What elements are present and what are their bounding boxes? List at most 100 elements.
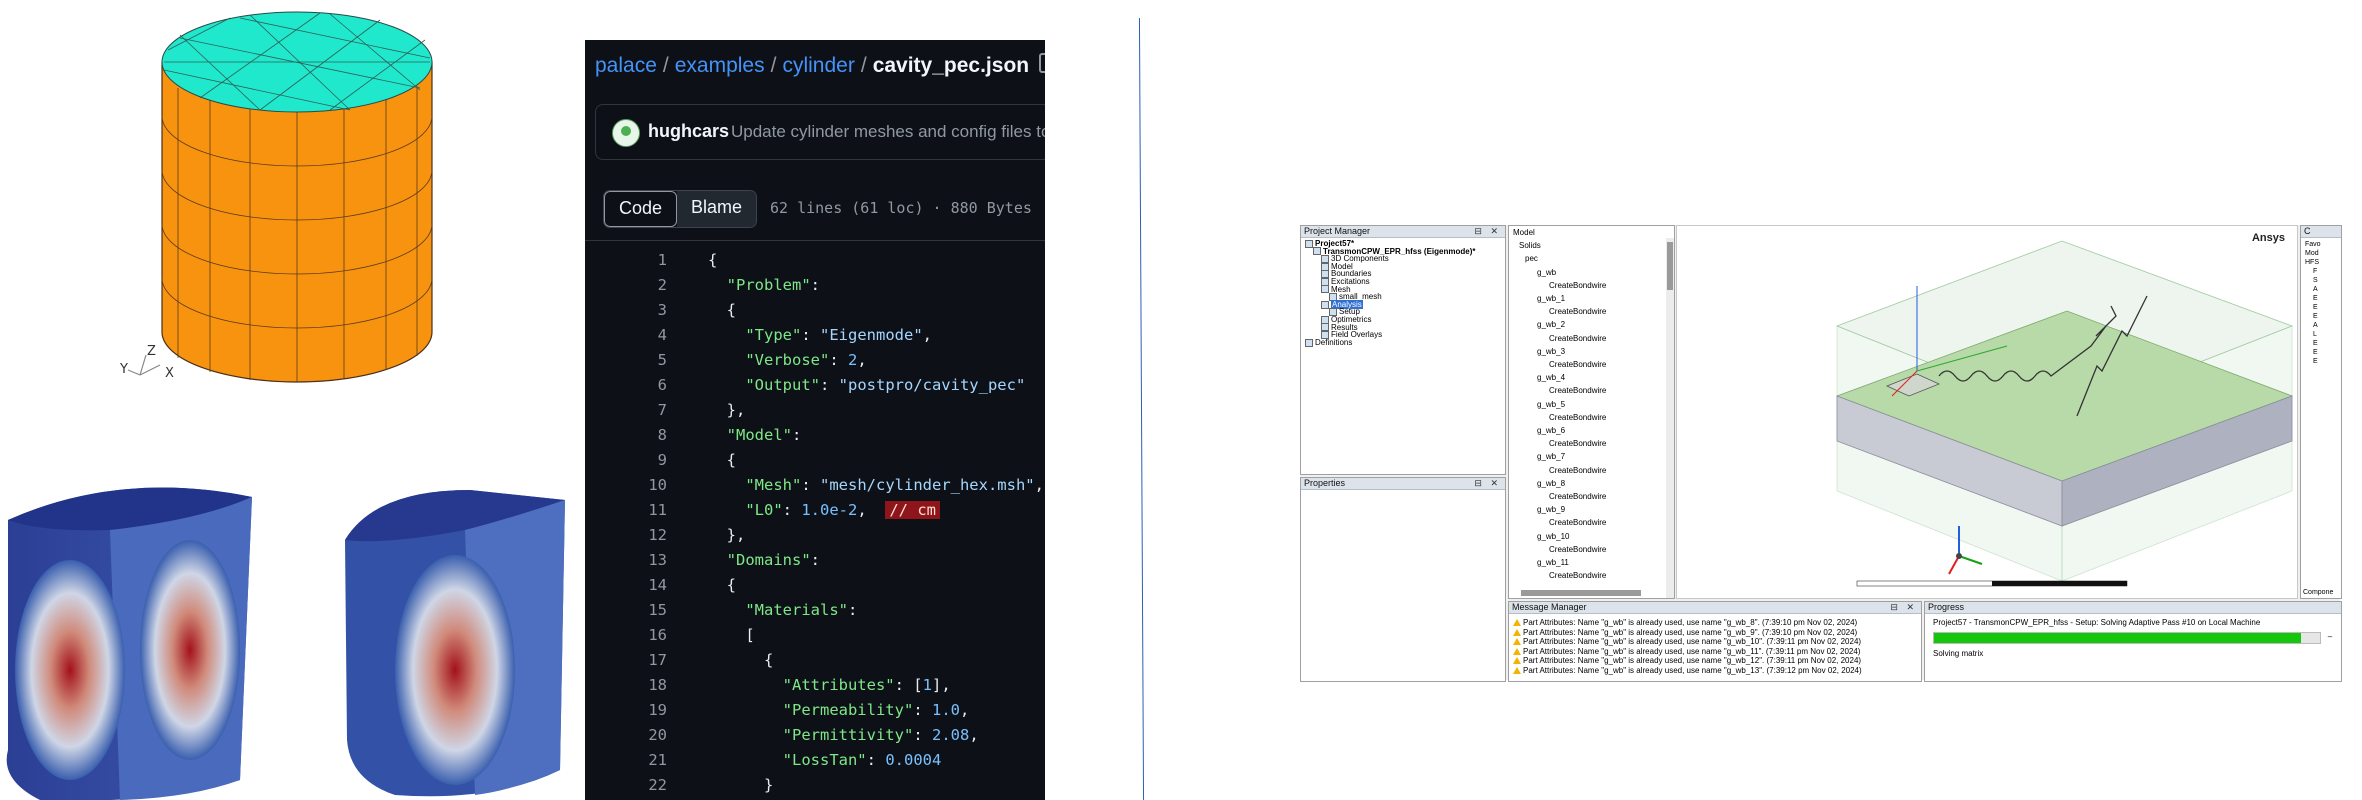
code-token: :	[866, 751, 886, 769]
tab-blame[interactable]: Blame	[677, 191, 757, 227]
message-row[interactable]: Part Attributes: Name "g_wb" is already …	[1523, 647, 1860, 657]
line-content: "L0": 1.0e-2, // cm	[708, 501, 940, 519]
line-number[interactable]: 19	[585, 701, 667, 719]
line-content: {	[708, 251, 717, 269]
commit-author[interactable]: hughcars	[648, 121, 729, 142]
line-number[interactable]: 2	[585, 276, 667, 294]
line-number[interactable]: 13	[585, 551, 667, 569]
model-tree-item[interactable]: CreateBondwire	[1549, 439, 1606, 449]
model-tree-item[interactable]: CreateBondwire	[1549, 518, 1606, 528]
line-number[interactable]: 8	[585, 426, 667, 444]
line-number[interactable]: 17	[585, 651, 667, 669]
line-number[interactable]: 6	[585, 376, 667, 394]
model-tree-hscrollbar[interactable]	[1521, 590, 1641, 596]
model-tree-item[interactable]: g_wb_6	[1537, 426, 1565, 436]
progress-pane: Progress Project57 - TransmonCPW_EPR_hfs…	[1924, 601, 2342, 682]
model-tree-item[interactable]: g_wb_8	[1537, 479, 1565, 489]
line-content: [	[708, 626, 754, 644]
line-number[interactable]: 18	[585, 676, 667, 694]
component-tree-item[interactable]: E	[2313, 357, 2318, 367]
model-tree-item[interactable]: pec	[1525, 254, 1538, 264]
model-tree-label: g_wb_3	[1537, 346, 1566, 356]
line-number[interactable]: 20	[585, 726, 667, 744]
line-number[interactable]: 15	[585, 601, 667, 619]
model-tree-item[interactable]: CreateBondwire	[1549, 307, 1606, 317]
model-tree-item[interactable]: CreateBondwire	[1549, 571, 1606, 581]
commit-message[interactable]: Update cylinder meshes and config files …	[731, 122, 1045, 142]
model-tree-item[interactable]: CreateBondwire	[1549, 466, 1606, 476]
breadcrumb-repo-link[interactable]: palace	[595, 54, 657, 77]
code-token: ,	[857, 501, 886, 519]
model-tree-item[interactable]: CreateBondwire	[1549, 281, 1606, 291]
line-number[interactable]: 14	[585, 576, 667, 594]
model-tree-item[interactable]: CreateBondwire	[1549, 413, 1606, 423]
line-number[interactable]: 10	[585, 476, 667, 494]
line-number[interactable]: 16	[585, 626, 667, 644]
model-tree-scrollbar[interactable]	[1666, 238, 1674, 598]
copy-path-icon[interactable]	[1039, 53, 1045, 73]
avatar[interactable]	[612, 119, 640, 147]
tab-code[interactable]: Code	[604, 191, 678, 227]
line-content: "Verbose": 2,	[708, 351, 866, 369]
model-tree-item[interactable]: g_wb_2	[1537, 320, 1565, 330]
model-tree-item[interactable]: CreateBondwire	[1549, 545, 1606, 555]
model-tree-item[interactable]: Model	[1513, 228, 1535, 238]
code-line: 12 },	[585, 523, 1045, 548]
tree-node-icon	[1305, 338, 1313, 347]
line-number[interactable]: 7	[585, 401, 667, 419]
model-tree-item[interactable]: g_wb_5	[1537, 400, 1565, 410]
model-tree-item[interactable]: CreateBondwire	[1549, 334, 1606, 344]
message-row[interactable]: Part Attributes: Name "g_wb" is already …	[1523, 656, 1861, 666]
model-tree-label: g_wb	[1537, 267, 1557, 277]
code-token: },	[708, 401, 746, 419]
line-content: "Type": "Eigenmode",	[708, 326, 932, 344]
model-tree-item[interactable]: CreateBondwire	[1549, 360, 1606, 370]
model-tree-label: g_wb_11	[1537, 558, 1569, 567]
progress-abort-button[interactable]: –	[2323, 632, 2337, 644]
line-number[interactable]: 1	[585, 251, 667, 269]
code-token: {	[708, 576, 736, 594]
code-token: "Permeability"	[782, 701, 914, 719]
model-tree-item[interactable]: g_wb_4	[1537, 373, 1565, 383]
divider-line	[1138, 18, 1145, 800]
model-tree-item[interactable]: g_wb_11	[1537, 558, 1569, 568]
breadcrumb-examples-link[interactable]: examples	[675, 54, 765, 77]
breadcrumb: palace / examples / cylinder / cavity_pec.json	[595, 52, 1045, 78]
model-tree-item[interactable]: g_wb_9	[1537, 505, 1565, 515]
line-number[interactable]: 12	[585, 526, 667, 544]
line-number[interactable]: 9	[585, 451, 667, 469]
pane-pin-close-icon[interactable]: ⊟ ✕	[1474, 226, 1501, 237]
line-number[interactable]: 22	[585, 776, 667, 794]
line-number[interactable]: 3	[585, 301, 667, 319]
pane-pin-close-icon[interactable]: ⊟ ✕	[1890, 602, 1917, 613]
line-number[interactable]: 4	[585, 326, 667, 344]
model-tree-item[interactable]: g_wb_3	[1537, 347, 1565, 357]
model-tree-item[interactable]: g_wb_7	[1537, 452, 1565, 462]
tree-item[interactable]: Definitions	[1305, 338, 1352, 348]
message-row[interactable]: Part Attributes: Name "g_wb" is already …	[1523, 628, 1857, 638]
line-number[interactable]: 5	[585, 351, 667, 369]
model-tree-item[interactable]: Solids	[1519, 241, 1541, 251]
breadcrumb-separator: /	[662, 54, 669, 77]
components-tab[interactable]: Compone	[2303, 589, 2333, 596]
model-tree-item[interactable]: g_wb_10	[1537, 532, 1569, 542]
model-tree-item[interactable]: g_wb	[1537, 268, 1556, 278]
code-line: 8 "Model":	[585, 423, 1045, 448]
properties-pane: Properties ⊟ ✕	[1300, 477, 1506, 682]
pane-pin-close-icon[interactable]: ⊟ ✕	[1474, 478, 1501, 489]
line-number[interactable]: 11	[585, 501, 667, 519]
message-row[interactable]: Part Attributes: Name "g_wb" is already …	[1523, 666, 1862, 676]
code-token: },	[708, 526, 746, 544]
code-token: "LossTan"	[782, 751, 867, 769]
3d-viewport[interactable]: Ansys	[1676, 225, 2298, 599]
model-tree-item[interactable]: CreateBondwire	[1549, 492, 1606, 502]
message-row[interactable]: Part Attributes: Name "g_wb" is already …	[1523, 618, 1857, 628]
breadcrumb-cylinder-link[interactable]: cylinder	[782, 54, 854, 77]
line-number[interactable]: 21	[585, 751, 667, 769]
message-row[interactable]: Part Attributes: Name "g_wb" is already …	[1523, 637, 1861, 647]
model-tree-item[interactable]: g_wb_1	[1537, 294, 1565, 304]
tree-node-icon	[1313, 247, 1321, 256]
model-tree-item[interactable]: CreateBondwire	[1549, 386, 1606, 396]
code-line: 7 },	[585, 398, 1045, 423]
